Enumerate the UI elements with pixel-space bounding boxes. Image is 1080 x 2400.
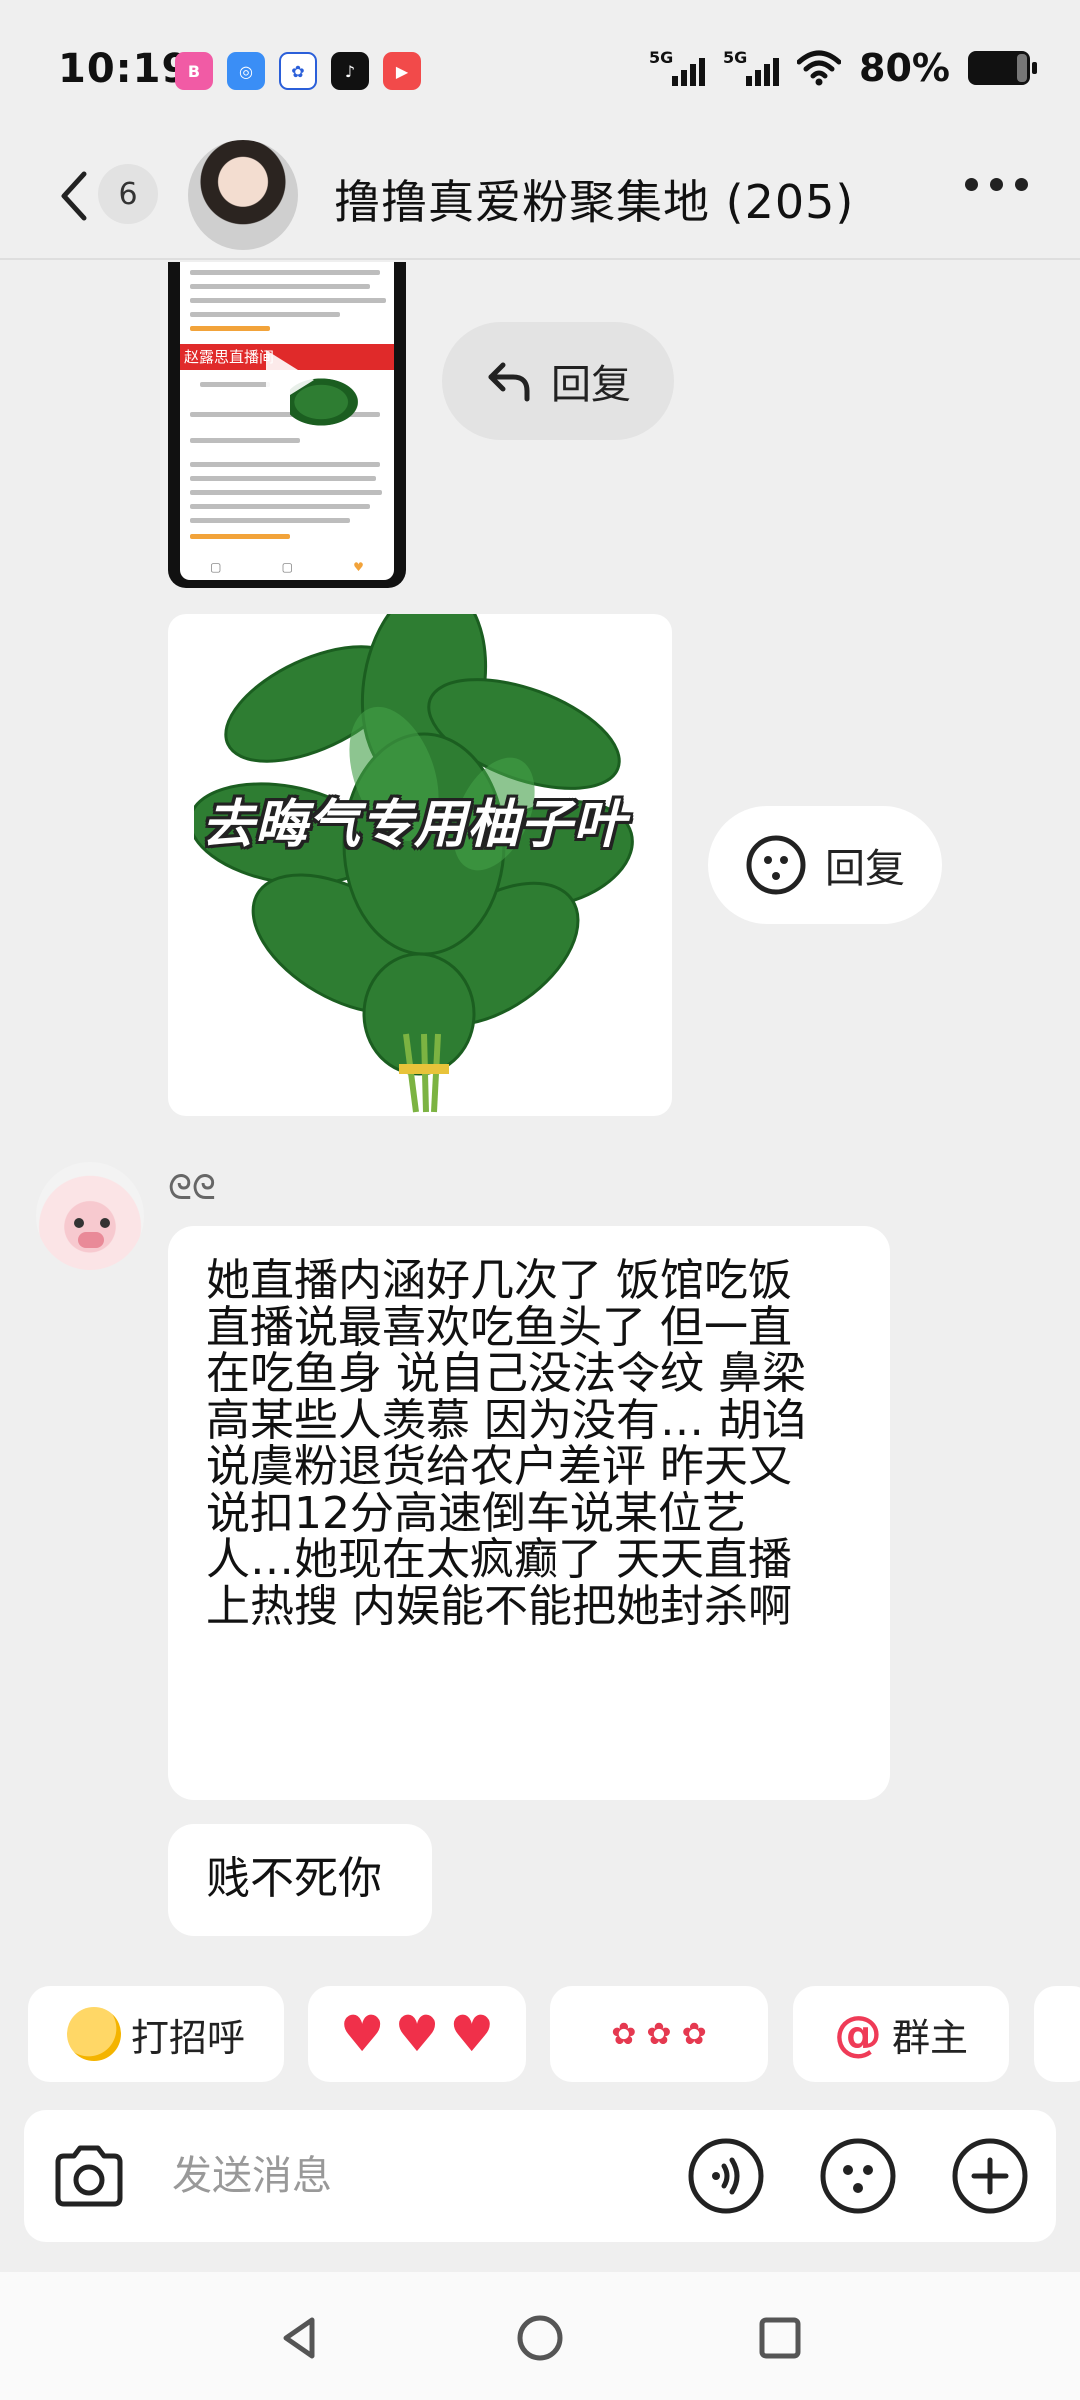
system-status: 5G 5G 80% [649,46,1037,90]
text-message[interactable]: 贱不死你 [168,1824,432,1936]
reply-button[interactable]: 回复 [708,806,942,924]
nav-home-icon[interactable] [512,2310,568,2366]
play-icon [266,350,314,410]
greet-chip[interactable]: 打招呼 [28,1986,284,2082]
wifi-icon [797,50,842,86]
emoji-icon[interactable] [818,2136,898,2216]
sender-avatar[interactable] [36,1162,144,1270]
app-notification-icon: ◎ [227,52,265,90]
reply-arrow-icon [488,362,530,402]
message-line: 说扣12分高速倒车说某位艺 [206,1487,746,1539]
heart-icon: ♥ [394,2005,440,2063]
chat-title[interactable]: 撸撸真爱粉聚集地 (205) [334,166,854,232]
quick-reply-bar: 打招呼 ♥ ♥ ♥ ✿ ✿ ✿ @ 群主 [28,1986,1080,2082]
signal-icon: 5G [649,48,706,88]
nav-recents-icon[interactable] [752,2310,808,2366]
text-message[interactable]: 她直播内涵好几次了 饭馆吃饭 直播说最喜欢吃鱼头了 但一直 在吃鱼身 说自己没法… [168,1226,890,1800]
rose-icon: ✿ [681,2016,707,2052]
sender-name: ᘓᘓ [168,1168,216,1208]
rose-icon: ✿ [646,2016,672,2052]
rose-icon: ✿ [611,2016,637,2052]
status-bar: 10:19 B ◎ ✿ ♪ ▶ 5G 5G 80% [0,0,1080,140]
more-chip[interactable] [1034,1986,1080,2082]
message-line: 上热搜 内娱能不能把她封杀啊 [206,1580,792,1632]
unread-count-badge[interactable]: 6 [98,164,158,224]
battery-percent: 80% [859,46,950,90]
chip-label: 群主 [891,2015,968,2060]
image-message[interactable]: 去晦气专用柚子叶 [168,614,672,1116]
plus-icon[interactable] [950,2136,1030,2216]
waving-hand-icon [66,2007,121,2061]
message-line: 高某些人羡慕 因为没有… 胡诌 [206,1394,806,1446]
heart-icon: ♥ [449,2005,495,2063]
baidu-app-icon: ✿ [279,52,317,90]
message-line: 人…她现在太疯癫了 天天直播 [206,1534,792,1585]
message-line: 她直播内涵好几次了 饭馆吃饭 [206,1255,792,1306]
video-app-icon: ▶ [383,52,421,90]
pomelo-leaves-image [194,614,634,1113]
chevron-left-icon [61,171,87,221]
message-line: 说虞粉退货给农户差评 昨天又 [206,1441,792,1492]
nav-back-icon[interactable] [272,2310,328,2366]
chat-header: 6 撸撸真爱粉聚集地 (205) [0,140,1080,260]
image-caption: 去晦气专用柚子叶 [202,795,627,855]
hearts-chip[interactable]: ♥ ♥ ♥ [308,1986,526,2082]
at-icon: @ [833,2006,882,2062]
more-button[interactable] [965,178,1028,191]
back-button[interactable] [52,166,96,226]
message-input[interactable] [172,2140,652,2212]
message-line: 直播说最喜欢吃鱼头了 但一直 [206,1301,792,1353]
video-message[interactable]: 赵露思直播间 ▢ ▢ ♥ [168,262,406,588]
reply-button[interactable]: 回复 [442,322,674,440]
emoji-icon [746,835,806,895]
chip-label: 打招呼 [130,2015,245,2060]
mention-owner-chip[interactable]: @ 群主 [793,1986,1009,2082]
camera-icon[interactable] [52,2142,126,2210]
system-nav-bar [0,2272,1080,2400]
more-horizontal-icon [965,178,978,191]
message-line: 在吃鱼身 说自己没法令纹 鼻梁 [206,1348,806,1399]
message-composer [24,2110,1056,2242]
reply-label: 回复 [825,846,905,892]
notification-icons: B ◎ ✿ ♪ ▶ [175,52,421,90]
roses-chip[interactable]: ✿ ✿ ✿ [550,1986,768,2082]
group-avatar[interactable] [188,140,298,250]
signal-icon: 5G [723,48,780,88]
reply-label: 回复 [551,362,631,408]
bilibili-app-icon: B [175,52,213,90]
voice-icon[interactable] [686,2136,766,2216]
battery-icon [968,51,1037,85]
heart-icon: ♥ [339,2005,385,2063]
tiktok-app-icon: ♪ [331,52,369,90]
status-time: 10:19 [58,46,191,92]
